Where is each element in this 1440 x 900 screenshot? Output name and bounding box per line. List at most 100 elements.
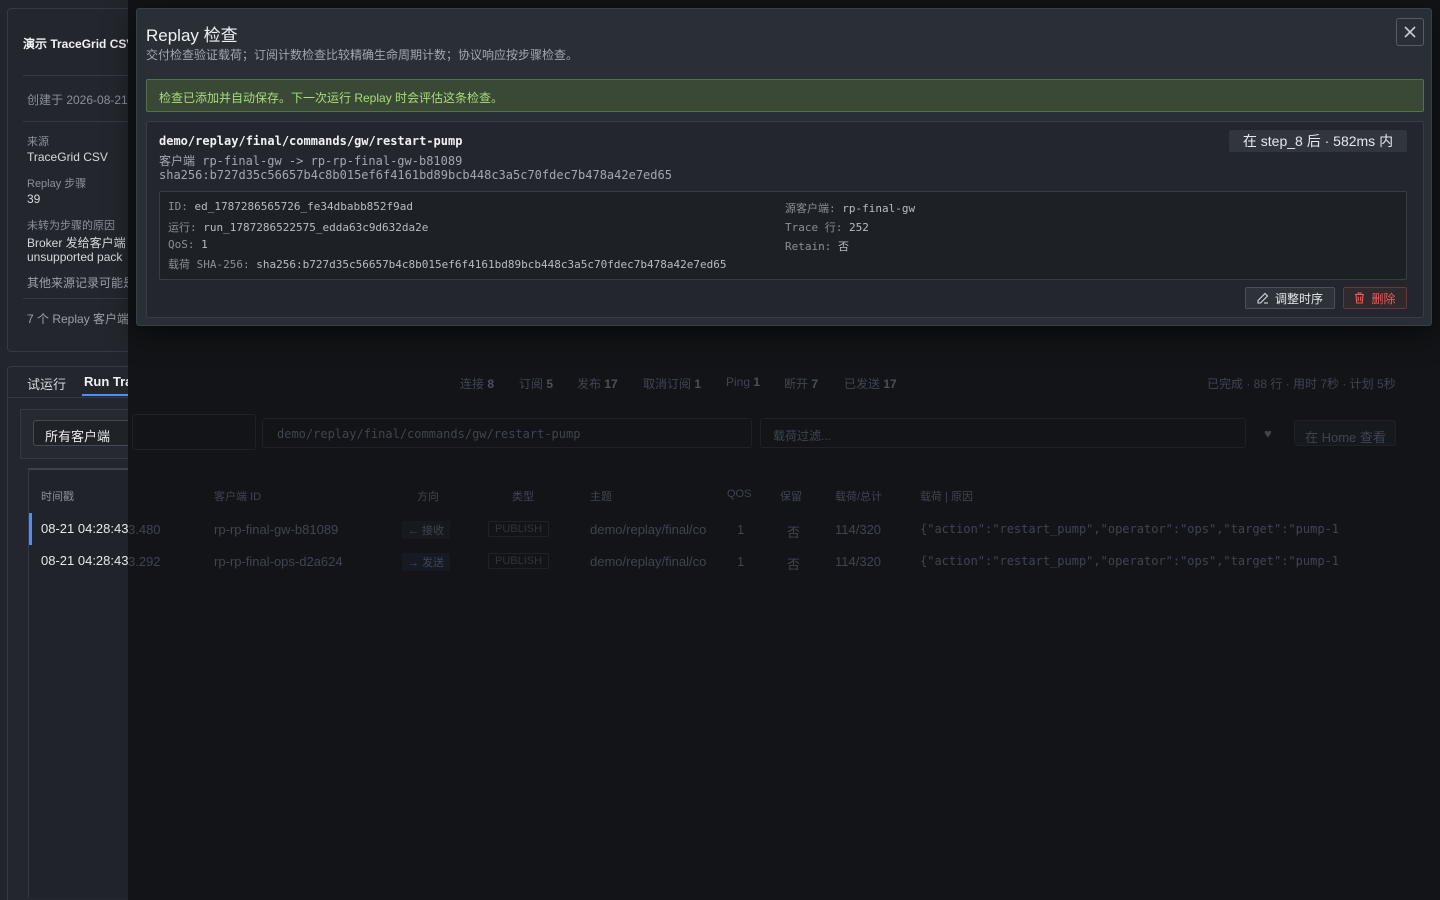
detail-qos: QoS: 1 [168, 238, 208, 251]
modal-title: Replay 检查 [146, 26, 238, 45]
stat-value: 17 [604, 377, 618, 391]
tab-trial-run[interactable]: 试运行 [27, 374, 66, 393]
selected-row-indicator [29, 513, 32, 545]
stat-label: 发布 [577, 377, 602, 391]
divider [23, 121, 128, 122]
stat-value: 8 [487, 377, 495, 391]
unconverted-label: 未转为步骤的原因 [27, 220, 115, 232]
delete-button[interactable]: 删除 [1343, 287, 1407, 309]
heart-icon[interactable]: ♥ [1264, 426, 1272, 441]
stat-ping: Ping 1 [726, 375, 760, 389]
detail-source-client: 源客户端: rp-final-gw [785, 200, 915, 216]
detail-label: Trace 行: [785, 221, 843, 234]
stat-label: Ping [726, 375, 751, 389]
stat-value: 5 [546, 377, 554, 391]
filter-bar-extension [132, 414, 256, 450]
detail-run: 运行: run_1787286522575_edda63c9d632da2e [168, 219, 428, 235]
direction-badge: ← 接收 [402, 521, 451, 539]
adjust-timing-label: 调整时序 [1274, 291, 1323, 306]
adjust-timing-button[interactable]: 调整时序 [1245, 287, 1335, 309]
row-timestamp[interactable]: 08-21 04:28:43.480 [41, 521, 128, 536]
row-client-id: rp-rp-final-ops-d2a624 [214, 554, 343, 569]
check-topic: demo/replay/final/commands/gw/restart-pu… [159, 134, 463, 148]
stat-disconnect: 断开 7 [784, 375, 818, 392]
tabs-divider [7, 397, 128, 398]
column-header-direction: 方向 [417, 491, 439, 503]
check-client-mapping: 客户端 rp-final-gw -> rp-rp-final-gw-b81089 [159, 154, 463, 168]
stat-sent: 已发送 17 [844, 375, 897, 392]
success-alert: 检查已添加并自动保存。下一次运行 Replay 时会评估这条检查。 [146, 79, 1424, 112]
detail-value: 否 [837, 240, 849, 253]
detail-payload-sha: 载荷 SHA-256: sha256:b727d35c56657b4c8b015… [168, 256, 726, 272]
project-created-date: 创建于 2026-08-21 [27, 93, 128, 107]
timing-badge: 在 step_8 后 · 582ms 内 [1229, 130, 1407, 152]
steps-label: Replay 步骤 [27, 178, 87, 190]
detail-value: 1 [201, 238, 208, 251]
view-in-home-button[interactable]: 在 Home 查看 [1294, 420, 1396, 446]
close-button[interactable] [1396, 18, 1424, 46]
row-retain: 否 [787, 557, 801, 572]
stat-value: 7 [811, 377, 819, 391]
row-qos: 1 [737, 522, 745, 537]
stat-value: 1 [694, 377, 702, 391]
row-topic: demo/replay/final/co [590, 522, 707, 537]
tab-run-trace[interactable]: Run Trace [84, 374, 128, 389]
row-qos: 1 [737, 554, 745, 569]
row-timestamp-overflow: 3.292 [128, 554, 161, 569]
client-select[interactable]: 所有客户端 [33, 420, 128, 446]
detail-trace-row: Trace 行: 252 [785, 219, 869, 235]
column-header-qos: QOS [727, 488, 752, 500]
check-card: demo/replay/final/commands/gw/restart-pu… [146, 121, 1424, 318]
stat-subscribe: 订阅 5 [519, 375, 553, 392]
detail-value: sha256:b727d35c56657b4c8b015ef6f4161bd89… [256, 258, 727, 271]
trash-icon [1355, 292, 1365, 304]
delete-label: 删除 [1371, 291, 1396, 306]
detail-value: rp-final-gw [842, 202, 916, 215]
detail-label: QoS: [168, 238, 195, 251]
topic-filter-input[interactable]: demo/replay/final/commands/gw/restart-pu… [262, 418, 752, 448]
source-label: 来源 [27, 136, 49, 148]
detail-value: 252 [848, 221, 869, 234]
stat-value: 17 [883, 377, 897, 391]
column-header-payload: 载荷 | 原因 [920, 491, 973, 503]
column-header-type: 类型 [512, 491, 534, 503]
steps-value: 39 [27, 192, 41, 206]
row-size: 114/320 [835, 554, 882, 569]
row-timestamp[interactable]: 08-21 04:28:43.292 [41, 553, 128, 568]
payload-filter-placeholder: 载荷过滤... [773, 429, 832, 443]
column-header-timestamp: 时间戳 [41, 491, 74, 503]
check-details: ID: ed_1787286565726_fe34dbabb852f9ad 运行… [159, 191, 1407, 280]
close-icon [1404, 26, 1416, 38]
detail-retain: Retain: 否 [785, 238, 849, 254]
project-sidebar: 演示 TraceGrid CSV 创建于 2026-08-21 来源 Trace… [0, 0, 128, 900]
detail-label: 源客户端: [785, 202, 836, 215]
type-badge: PUBLISH [488, 553, 550, 569]
row-retain: 否 [787, 525, 801, 540]
divider [23, 298, 128, 299]
direction-badge: → 发送 [402, 553, 451, 571]
row-payload: {"action":"restart_pump","operator":"ops… [920, 554, 1340, 568]
detail-label: 载荷 SHA-256: [168, 258, 250, 271]
modal-subtitle: 交付检查验证载荷；订阅计数检查比较精确生命周期计数；协议响应按步骤检查。 [146, 48, 579, 62]
detail-value: ed_1787286565726_fe34dbabb852f9ad [194, 200, 414, 213]
view-in-home-label: 在 Home 查看 [1305, 430, 1386, 445]
row-topic: demo/replay/final/co [590, 554, 707, 569]
replay-check-modal: Replay 检查 交付检查验证载荷；订阅计数检查比较精确生命周期计数；协议响应… [136, 8, 1432, 326]
row-timestamp-overflow: 3.480 [128, 522, 161, 537]
column-header-retain: 保留 [780, 491, 802, 503]
project-title: 演示 TraceGrid CSV [23, 37, 128, 51]
check-payload-hash: sha256:b727d35c56657b4c8b015ef6f4161bd89… [159, 168, 672, 182]
stat-label: 断开 [784, 377, 809, 391]
stat-label: 取消订阅 [643, 377, 692, 391]
stat-label: 订阅 [519, 377, 544, 391]
topic-filter-value: demo/replay/final/commands/gw/restart-pu… [277, 427, 581, 441]
payload-filter-input[interactable]: 载荷过滤... [760, 418, 1246, 448]
row-payload: {"action":"restart_pump","operator":"ops… [920, 522, 1340, 536]
edit-icon [1257, 292, 1269, 304]
column-header-size: 载荷/总计 [835, 491, 883, 503]
active-tab-indicator [82, 394, 128, 396]
detail-id: ID: ed_1787286565726_fe34dbabb852f9ad [168, 200, 413, 213]
replay-clients-note: 7 个 Replay 客户端 [27, 312, 128, 326]
row-client-id: rp-rp-final-gw-b81089 [214, 522, 339, 537]
stat-publish: 发布 17 [577, 375, 618, 392]
